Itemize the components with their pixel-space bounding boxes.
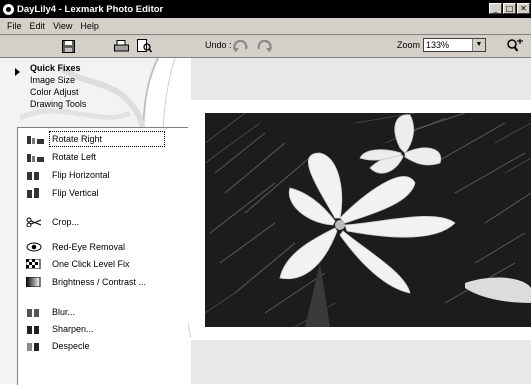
checkerboard-icon: [26, 259, 44, 269]
tool-label: Sharpen...: [52, 324, 94, 334]
menu-bar: File Edit View Help: [0, 18, 531, 35]
window-controls: _ □ ✕: [489, 3, 530, 14]
tool-red-eye-removal[interactable]: Red-Eye Removal: [26, 240, 125, 254]
print-icon[interactable]: [113, 38, 129, 54]
menu-edit[interactable]: Edit: [30, 21, 46, 31]
app-icon[interactable]: [3, 3, 14, 15]
tool-label: Crop...: [52, 217, 80, 227]
zoom-label: Zoom :: [397, 40, 426, 50]
tool-label: Rotate Right: [48, 131, 166, 147]
tool-despeckle[interactable]: Despecle: [26, 339, 90, 353]
menu-file[interactable]: File: [7, 21, 22, 31]
despeckle-icon: [26, 341, 44, 351]
nav-image-size[interactable]: Image Size: [30, 75, 75, 85]
tool-one-click-level-fix[interactable]: One Click Level Fix: [26, 257, 130, 271]
undo-label: Undo :: [205, 40, 232, 50]
flip-horizontal-icon: [26, 170, 44, 180]
undo-icon[interactable]: [232, 38, 250, 54]
photo-image[interactable]: [205, 113, 531, 327]
tool-blur[interactable]: Blur...: [26, 305, 75, 319]
tool-label: Rotate Left: [52, 152, 97, 162]
tool-sharpen[interactable]: Sharpen...: [26, 322, 94, 336]
selected-arrow-icon: [15, 68, 20, 76]
tool-label: Brightness / Contrast ...: [52, 277, 147, 287]
nav-drawing-tools[interactable]: Drawing Tools: [30, 99, 86, 109]
tool-label: Red-Eye Removal: [52, 242, 126, 252]
title-bar: DayLily4 - Lexmark Photo Editor _ □ ✕: [0, 0, 531, 18]
zoom-in-icon[interactable]: [505, 38, 523, 54]
tool-label: Despecle: [52, 341, 90, 351]
tool-label: Flip Vertical: [52, 188, 99, 198]
toolbar: Undo : Zoom : 133% ▼: [0, 35, 531, 58]
tool-flip-vertical[interactable]: Flip Vertical: [26, 186, 99, 200]
tool-label: One Click Level Fix: [52, 259, 130, 269]
tool-crop[interactable]: Crop...: [26, 215, 79, 229]
nav-quick-fixes[interactable]: Quick Fixes: [30, 63, 81, 73]
tool-brightness-contrast[interactable]: Brightness / Contrast ...: [26, 275, 146, 289]
menu-help[interactable]: Help: [80, 21, 99, 31]
flip-vertical-icon: [26, 188, 44, 198]
quick-fixes-panel: Rotate Right Rotate Left Flip Horizontal…: [17, 127, 188, 385]
chevron-down-icon[interactable]: ▼: [472, 39, 485, 51]
zoom-value: 133%: [426, 40, 450, 50]
redo-icon[interactable]: [255, 38, 273, 54]
rotate-left-icon: [26, 152, 44, 162]
save-icon[interactable]: [60, 38, 76, 54]
maximize-button[interactable]: □: [503, 3, 516, 14]
tool-flip-horizontal[interactable]: Flip Horizontal: [26, 168, 110, 182]
close-button[interactable]: ✕: [517, 3, 530, 14]
nav-color-adjust[interactable]: Color Adjust: [30, 87, 79, 97]
window-title: DayLily4 - Lexmark Photo Editor: [17, 3, 164, 15]
minimize-button[interactable]: _: [489, 3, 502, 14]
rotate-right-icon: [26, 134, 44, 144]
blur-icon: [26, 307, 44, 317]
menu-view[interactable]: View: [53, 21, 72, 31]
print-preview-icon[interactable]: [136, 38, 152, 54]
sharpen-icon: [26, 324, 44, 334]
eye-icon: [26, 242, 44, 252]
scissors-icon: [26, 217, 44, 227]
gradient-icon: [26, 277, 44, 287]
tool-rotate-right[interactable]: Rotate Right: [26, 131, 166, 147]
tool-label: Flip Horizontal: [52, 170, 110, 180]
tool-label: Blur...: [52, 307, 76, 317]
zoom-select[interactable]: 133% ▼: [423, 38, 486, 52]
tool-rotate-left[interactable]: Rotate Left: [26, 150, 96, 164]
